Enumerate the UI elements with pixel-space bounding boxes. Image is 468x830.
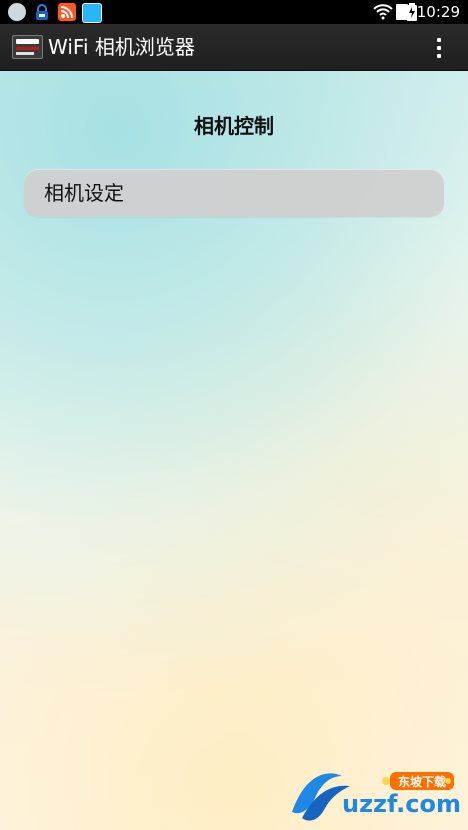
app-title: WiFi 相机浏览器 — [48, 35, 195, 59]
section-title: 相机控制 — [194, 114, 274, 138]
uzzf-logo-icon: 东坡下载 uzzf.com — [284, 768, 464, 824]
camera-settings-label: 相机设定 — [44, 181, 124, 205]
overflow-menu-icon[interactable] — [431, 36, 447, 60]
camera-settings-button[interactable]: 相机设定 — [24, 169, 444, 217]
main-content: 相机控制 相机设定 东坡下载 uzzf.com — [0, 71, 468, 830]
watermark-logo-text: uzzf.com — [342, 790, 461, 818]
notification-icon — [8, 3, 26, 21]
rss-icon — [58, 3, 76, 21]
status-bar: 10:29 — [0, 0, 468, 24]
lock-icon — [34, 3, 50, 21]
wifi-icon — [372, 3, 394, 21]
app-bar: WiFi 相机浏览器 — [0, 24, 468, 71]
status-time: 10:29 — [416, 3, 460, 21]
app-icon — [82, 3, 102, 23]
watermark-brand-text: 东坡下载 — [398, 774, 446, 789]
app-logo-icon — [12, 35, 43, 59]
